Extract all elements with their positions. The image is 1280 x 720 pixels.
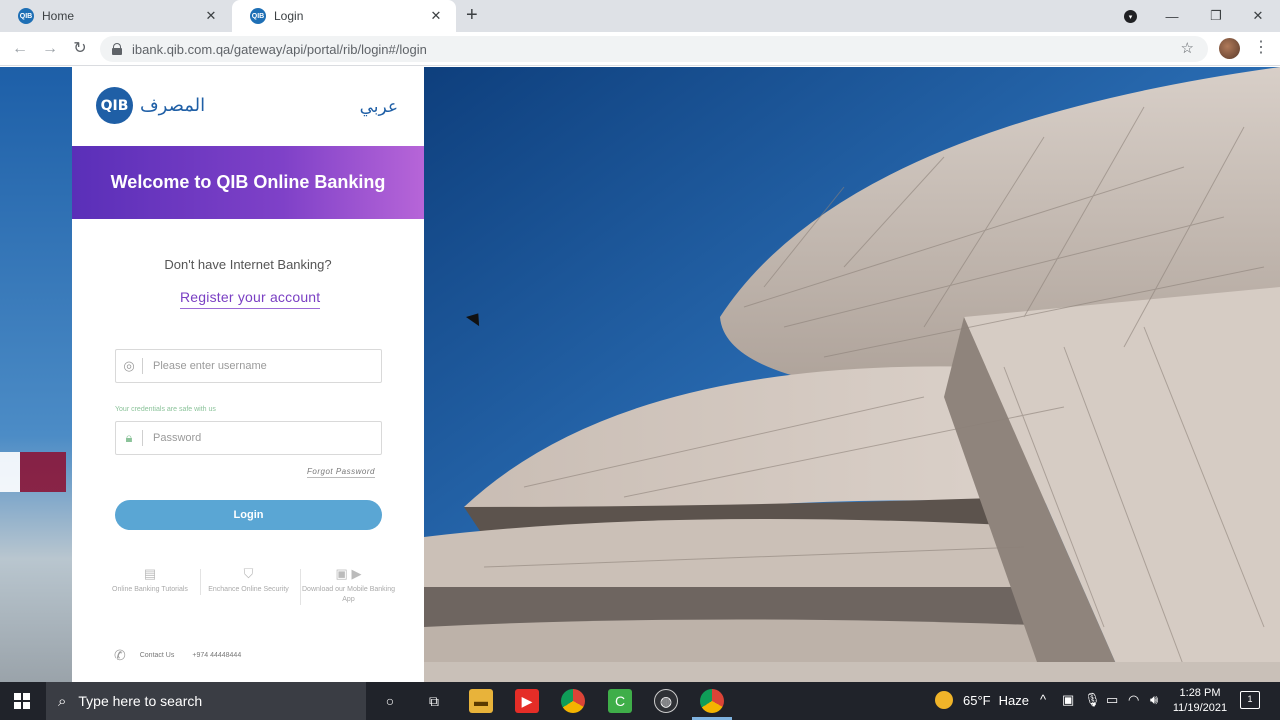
search-icon: ⌕ xyxy=(58,692,67,710)
reload-icon[interactable]: ↻ xyxy=(70,39,90,59)
username-field[interactable]: ◎ xyxy=(115,349,382,383)
forgot-password-link[interactable]: Forgot Password xyxy=(307,467,375,478)
quick-links: ▤ Online Banking Tutorials ⛉ Enchance On… xyxy=(102,566,402,619)
contact-number[interactable]: +974 44448444 xyxy=(192,652,241,659)
profile-avatar[interactable] xyxy=(1219,38,1240,59)
password-field[interactable]: 🔒︎ xyxy=(115,421,382,455)
national-museum-image xyxy=(424,67,1280,682)
weather-desc: Haze xyxy=(998,692,1029,708)
url-text: ibank.qib.com.qa/gateway/api/portal/rib/… xyxy=(132,41,427,57)
mobile-app-link[interactable]: ▣ ▶ Download our Mobile Banking App xyxy=(300,566,396,605)
more-menu-icon[interactable]: ⋮ xyxy=(1253,40,1269,56)
address-bar[interactable]: ibank.qib.com.qa/gateway/api/portal/rib/… xyxy=(100,36,1208,62)
clock[interactable]: 1:28 PM 11/19/2021 xyxy=(1168,686,1232,716)
task-view-icon[interactable]: ⧉ xyxy=(422,689,446,713)
taskbar-search[interactable]: ⌕ Type here to search xyxy=(46,682,366,720)
restore-icon[interactable]: ❐ xyxy=(1194,0,1238,32)
start-button[interactable] xyxy=(0,682,44,720)
tab-login[interactable]: QIB Login ✕ xyxy=(232,0,456,32)
welcome-banner: Welcome to QIB Online Banking xyxy=(72,146,424,219)
shield-icon: ⛉ xyxy=(243,566,254,581)
microphone-icon[interactable]: 🎙︎ xyxy=(1084,692,1101,708)
forward-icon[interactable]: → xyxy=(40,39,60,59)
lock-icon xyxy=(112,43,122,55)
browser-toolbar: ← → ↻ ibank.qib.com.qa/gateway/api/porta… xyxy=(0,32,1280,66)
phone-icon: ✆ xyxy=(114,646,126,663)
haze-icon xyxy=(935,691,953,709)
meet-now-icon[interactable]: ▣ xyxy=(1062,692,1074,708)
tutorial-icon: ▤ xyxy=(143,566,157,581)
cortana-icon[interactable]: ○ xyxy=(378,689,402,713)
wifi-icon[interactable]: ◠ xyxy=(1128,692,1139,708)
chevron-up-icon[interactable]: ^ xyxy=(1040,692,1046,707)
username-input[interactable] xyxy=(153,360,353,372)
new-tab-icon[interactable]: + xyxy=(466,5,478,25)
youtube-icon[interactable]: ▶ xyxy=(515,689,539,713)
close-window-icon[interactable]: ✕ xyxy=(1236,0,1280,32)
no-internet-banking-text: Don't have Internet Banking? xyxy=(164,257,332,272)
qib-favicon-icon: QIB xyxy=(18,8,34,24)
close-tab-icon[interactable]: ✕ xyxy=(203,8,219,24)
field-divider xyxy=(142,358,143,374)
security-link[interactable]: ⛉ Enchance Online Security xyxy=(200,566,296,595)
link-label: Download our Mobile Banking App xyxy=(302,586,395,603)
qib-favicon-icon: QIB xyxy=(250,8,266,24)
link-label: Enchance Online Security xyxy=(208,586,289,593)
tab-title: Home xyxy=(42,9,75,23)
battery-icon[interactable]: ▭ xyxy=(1106,692,1118,708)
login-button[interactable]: Login xyxy=(115,500,382,530)
back-icon[interactable]: ← xyxy=(10,39,30,59)
obs-icon[interactable]: ◍ xyxy=(654,689,678,713)
notification-icon[interactable]: 1 xyxy=(1240,691,1260,709)
login-panel: QIB المصرف عربي Welcome to QIB Online Ba… xyxy=(72,67,424,682)
tutorials-link[interactable]: ▤ Online Banking Tutorials xyxy=(102,566,198,595)
register-account-link[interactable]: Register your account xyxy=(180,289,321,309)
volume-icon[interactable]: 🔊︎ xyxy=(1150,692,1158,708)
browser-tab-strip: QIB Home ✕ QIB Login ✕ + ▾ — ❐ ✕ xyxy=(0,0,1280,32)
background-left-strip xyxy=(0,67,72,682)
credentials-note: Your credentials are safe with us xyxy=(115,406,216,413)
clock-time: 1:28 PM xyxy=(1179,687,1221,699)
logo-header: QIB المصرف عربي xyxy=(72,67,424,146)
user-icon: ◎ xyxy=(123,358,135,373)
weather-widget[interactable]: 65°F Haze xyxy=(935,691,1029,709)
contact-row: ✆ Contact Us +974 44448444 xyxy=(114,647,241,663)
bookmark-star-icon[interactable]: ☆ xyxy=(1181,39,1194,57)
tab-search-icon[interactable]: ▾ xyxy=(1124,10,1137,23)
link-label: Online Banking Tutorials xyxy=(112,586,188,593)
padlock-icon: 🔒︎ xyxy=(125,430,133,445)
qib-logo-icon[interactable]: QIB xyxy=(96,87,133,124)
windows-logo-icon xyxy=(14,693,30,709)
search-placeholder: Type here to search xyxy=(78,693,203,709)
logo-arabic-text: المصرف xyxy=(140,95,206,116)
tab-home[interactable]: QIB Home ✕ xyxy=(0,0,231,32)
windows-taskbar: ⌕ Type here to search ○ ⧉ ▬ ▶ C ◍ 65°F H… xyxy=(0,682,1280,720)
close-tab-icon[interactable]: ✕ xyxy=(428,8,444,24)
clock-date: 11/19/2021 xyxy=(1172,702,1228,714)
contact-label[interactable]: Contact Us xyxy=(140,652,175,659)
minimize-icon[interactable]: — xyxy=(1150,0,1194,32)
page-content: QIB المصرف عربي Welcome to QIB Online Ba… xyxy=(0,67,1280,682)
file-explorer-icon[interactable]: ▬ xyxy=(469,689,493,713)
field-divider xyxy=(142,430,143,446)
chrome-icon[interactable] xyxy=(561,689,585,713)
app-store-icon: ▣ ▶ xyxy=(335,566,362,581)
camtasia-icon[interactable]: C xyxy=(608,689,632,713)
password-input[interactable] xyxy=(153,432,353,444)
chrome-active-icon[interactable] xyxy=(700,689,724,713)
tab-title: Login xyxy=(274,9,304,23)
weather-temp: 65°F xyxy=(963,692,991,708)
qatar-flag-image xyxy=(0,452,66,492)
arabic-language-link[interactable]: عربي xyxy=(360,97,398,117)
